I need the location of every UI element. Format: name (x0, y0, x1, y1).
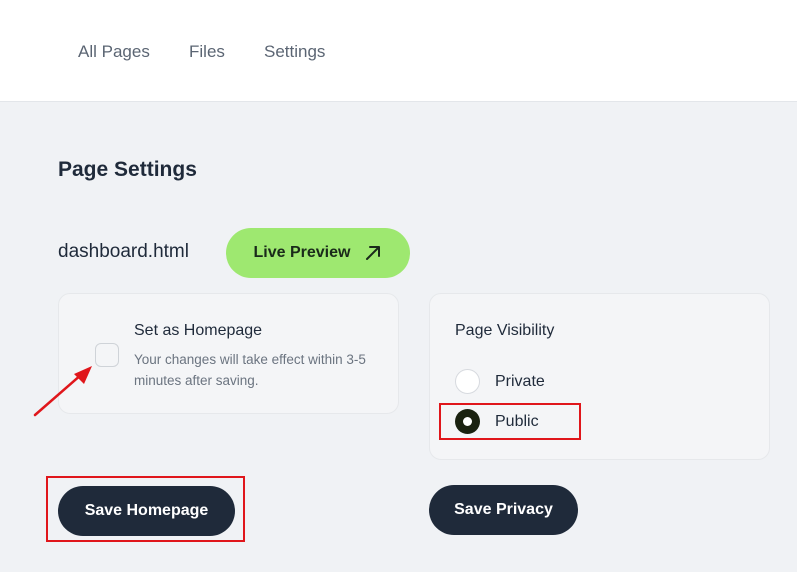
radio-private[interactable] (455, 369, 480, 394)
nav-all-pages[interactable]: All Pages (78, 42, 150, 62)
homepage-card-title: Set as Homepage (134, 322, 263, 339)
visibility-card-title: Page Visibility (455, 322, 555, 339)
annotation-highlight-save-homepage (46, 476, 245, 542)
file-name: dashboard.html (58, 241, 189, 262)
radio-private-label[interactable]: Private (495, 373, 545, 391)
live-preview-button[interactable]: Live Preview (226, 228, 410, 278)
live-preview-label: Live Preview (253, 244, 351, 261)
top-navigation-bar: All Pages Files Settings (0, 0, 797, 102)
save-privacy-button[interactable]: Save Privacy (429, 485, 578, 535)
arrow-up-right-icon (366, 246, 381, 260)
page-title: Page Settings (58, 158, 197, 181)
nav-settings[interactable]: Settings (264, 42, 325, 62)
annotation-highlight-public (439, 403, 581, 440)
homepage-card-description: Your changes will take effect within 3-5… (134, 352, 366, 388)
annotation-arrow-icon (33, 366, 92, 417)
nav-files[interactable]: Files (189, 42, 225, 62)
